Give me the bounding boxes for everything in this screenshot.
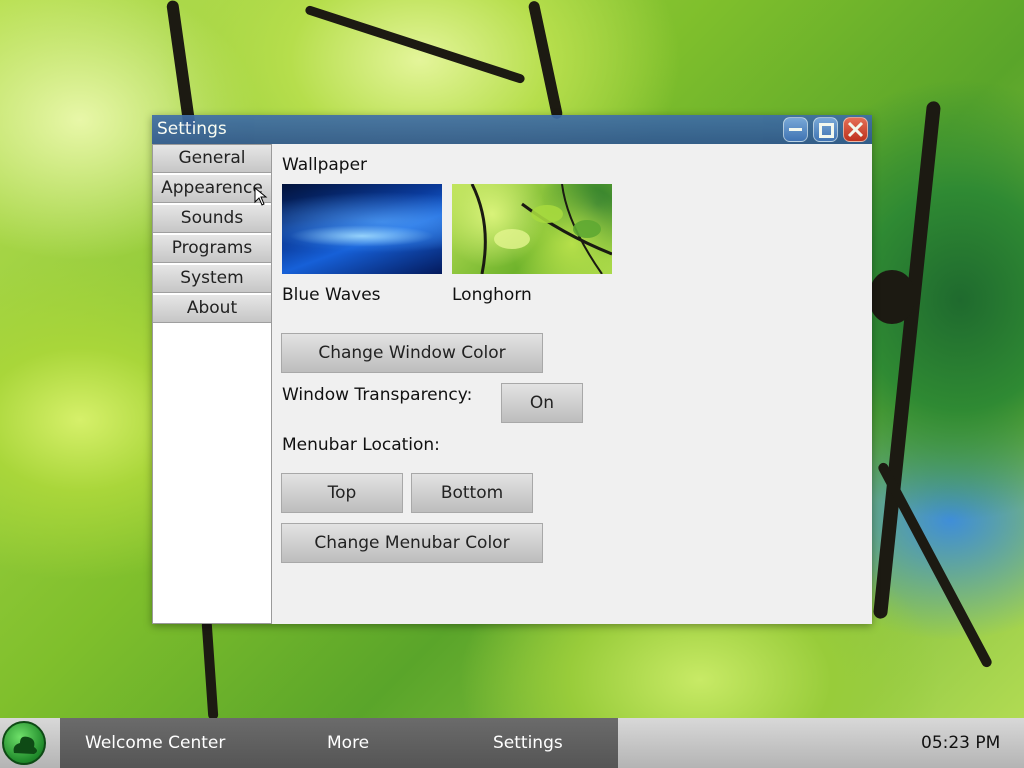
wallpaper-thumbnail-longhorn[interactable] xyxy=(452,184,612,274)
clock: 05:23 PM xyxy=(921,733,1001,753)
menubar-bottom-button[interactable]: Bottom xyxy=(411,473,533,513)
desktop-wallpaper: Settings General Appearence Sounds Progr… xyxy=(0,0,1024,768)
maximize-button[interactable] xyxy=(813,117,838,142)
wallpaper-branch xyxy=(527,0,564,120)
leaves-image xyxy=(470,184,612,274)
close-button[interactable] xyxy=(843,117,868,142)
wallpaper-heading: Wallpaper xyxy=(282,155,368,175)
minimize-button[interactable] xyxy=(783,117,808,142)
wallpaper-branch xyxy=(201,619,219,721)
taskbar: Welcome Center More Settings 05:23 PM xyxy=(0,718,1024,768)
wallpaper-name-longhorn: Longhorn xyxy=(452,285,532,305)
window-title: Settings xyxy=(157,119,227,139)
task-list: Welcome Center More Settings xyxy=(60,718,618,768)
change-menubar-color-button[interactable]: Change Menubar Color xyxy=(281,523,543,563)
wallpaper-branch xyxy=(304,4,526,85)
sidebar-item-sounds[interactable]: Sounds xyxy=(153,205,271,233)
settings-content: Wallpaper Blue Waves Longhorn Change Win… xyxy=(272,144,872,624)
wallpaper-thumbnail-blue-waves[interactable] xyxy=(282,184,442,274)
window-titlebar[interactable]: Settings xyxy=(152,115,872,144)
menubar-location-label: Menubar Location: xyxy=(282,435,440,455)
wallpaper-name-blue-waves: Blue Waves xyxy=(282,285,381,305)
wallpaper-branch xyxy=(876,461,994,669)
menubar-top-button[interactable]: Top xyxy=(281,473,403,513)
sidebar-item-programs[interactable]: Programs xyxy=(153,235,271,263)
close-icon xyxy=(847,121,864,138)
start-button[interactable] xyxy=(2,721,46,765)
transparency-toggle-button[interactable]: On xyxy=(501,383,583,423)
sidebar-item-about[interactable]: About xyxy=(153,295,271,323)
wallpaper-branch xyxy=(166,0,196,131)
window-transparency-label: Window Transparency: xyxy=(282,385,473,405)
mouse-cursor-icon xyxy=(254,187,268,206)
wallpaper-bud xyxy=(870,270,914,324)
start-logo-icon xyxy=(13,736,37,754)
settings-sidebar: General Appearence Sounds Programs Syste… xyxy=(152,144,272,624)
change-window-color-button[interactable]: Change Window Color xyxy=(281,333,543,373)
sidebar-item-system[interactable]: System xyxy=(153,265,271,293)
sidebar-item-general[interactable]: General xyxy=(153,145,271,173)
task-more[interactable]: More xyxy=(327,718,369,768)
wallpaper-branch xyxy=(872,100,942,620)
task-settings[interactable]: Settings xyxy=(493,718,563,768)
task-welcome-center[interactable]: Welcome Center xyxy=(85,718,225,768)
